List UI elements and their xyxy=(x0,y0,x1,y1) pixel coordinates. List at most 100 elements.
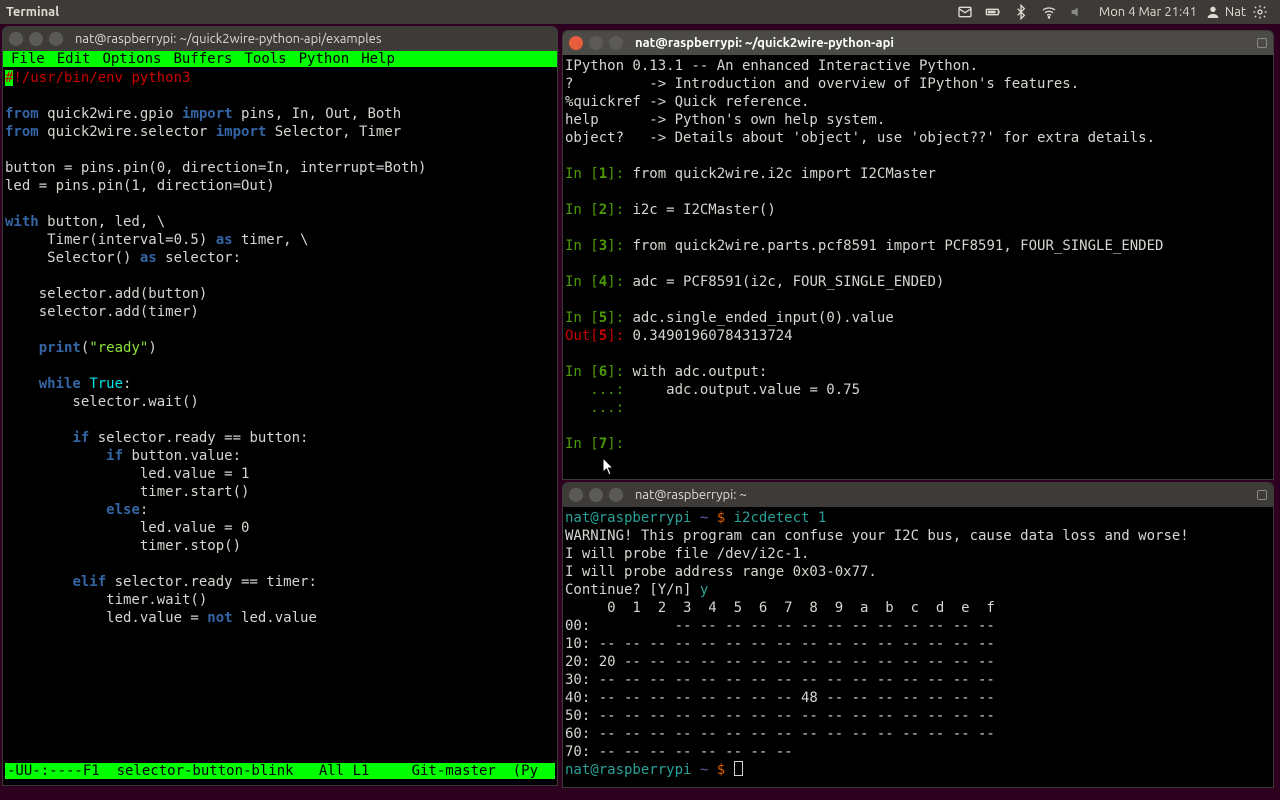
menu-python[interactable]: Python xyxy=(293,51,356,67)
term-text: y xyxy=(700,582,708,598)
code-text: timer, \ xyxy=(233,232,309,248)
term-text: 0.34901960784313724 xyxy=(632,328,792,344)
term-text: adc.output.value = 0.75 xyxy=(632,382,860,398)
term-text: WARNING! This program can confuse your I… xyxy=(565,528,1189,544)
maximize-icon[interactable] xyxy=(609,36,623,50)
term-text: from quick2wire.parts.pcf8591 import PCF… xyxy=(632,238,1163,254)
close-icon[interactable] xyxy=(569,36,583,50)
ipython-buffer[interactable]: IPython 0.13.1 -- An enhanced Interactiv… xyxy=(563,55,1273,457)
code-text: pins, In, Out, Both xyxy=(233,106,402,122)
term-text: 10: -- -- -- -- -- -- -- -- -- -- -- -- … xyxy=(565,636,995,652)
code-text: selector: xyxy=(157,250,241,266)
code-text: if xyxy=(106,448,123,464)
term-text: 00: -- -- -- -- -- -- -- -- -- -- -- -- … xyxy=(565,618,995,634)
code-text: if xyxy=(72,430,89,446)
term-text: ]: xyxy=(607,436,632,452)
menu-options[interactable]: Options xyxy=(96,51,167,67)
menu-help[interactable]: Help xyxy=(355,51,401,67)
emacs-menubar[interactable]: File Edit Options Buffers Tools Python H… xyxy=(3,51,557,67)
term-text: Out[ xyxy=(565,328,599,344)
code-text: from xyxy=(5,106,39,122)
term-text: In [ xyxy=(565,436,599,452)
wifi-icon[interactable] xyxy=(1041,4,1057,20)
window-title: nat@raspberrypi: ~ xyxy=(635,488,1245,502)
window-menu-icon[interactable] xyxy=(1257,38,1267,48)
term-text: ]: xyxy=(607,274,632,290)
term-text: object? -> Details about 'object', use '… xyxy=(565,130,1155,146)
menu-buffers[interactable]: Buffers xyxy=(167,51,238,67)
term-text: i2c = I2CMaster() xyxy=(632,202,775,218)
mail-icon[interactable] xyxy=(957,4,973,20)
term-text: 50: -- -- -- -- -- -- -- -- -- -- -- -- … xyxy=(565,708,995,724)
term-text: In [ xyxy=(565,310,599,326)
term-text: help -> Python's own help system. xyxy=(565,112,885,128)
code-text: timer.start() xyxy=(5,484,249,500)
term-text: In [ xyxy=(565,238,599,254)
code-text: timer.stop() xyxy=(5,538,241,554)
maximize-icon[interactable] xyxy=(609,488,623,502)
sound-icon[interactable] xyxy=(1069,4,1085,20)
maximize-icon[interactable] xyxy=(49,32,63,46)
emacs-buffer[interactable]: #!/usr/bin/env python3 from quick2wire.g… xyxy=(3,67,557,631)
term-text: from quick2wire.i2c import I2CMaster xyxy=(632,166,935,182)
minimize-icon[interactable] xyxy=(589,488,603,502)
mouse-cursor-icon xyxy=(603,458,615,476)
window-title: nat@raspberrypi: ~/quick2wire-python-api xyxy=(635,36,1245,50)
term-text: 3 xyxy=(599,238,607,254)
close-icon[interactable] xyxy=(569,488,583,502)
titlebar-emacs[interactable]: nat@raspberrypi: ~/quick2wire-python-api… xyxy=(3,27,557,51)
code-text: with xyxy=(5,214,39,230)
code-text: : xyxy=(123,376,131,392)
menu-edit[interactable]: Edit xyxy=(51,51,97,67)
code-text: as xyxy=(140,250,157,266)
code-text: button.value: xyxy=(123,448,241,464)
menu-tools[interactable]: Tools xyxy=(238,51,292,67)
term-text: nat@raspberrypi xyxy=(565,510,691,526)
term-text: In [ xyxy=(565,274,599,290)
code-text: quick2wire.selector xyxy=(39,124,216,140)
term-text: ? -> Introduction and overview of IPytho… xyxy=(565,76,1079,92)
panel-user-name: Nat xyxy=(1225,5,1246,19)
code-text: import xyxy=(182,106,233,122)
titlebar-ipython[interactable]: nat@raspberrypi: ~/quick2wire-python-api xyxy=(563,31,1273,55)
term-text: 1 xyxy=(599,166,607,182)
term-text: with adc.output: xyxy=(632,364,767,380)
window-title: nat@raspberrypi: ~/quick2wire-python-api… xyxy=(75,32,551,46)
code-text: ) xyxy=(148,340,156,356)
term-text: ]: xyxy=(607,310,632,326)
minimize-icon[interactable] xyxy=(29,32,43,46)
code-text: button, led, \ xyxy=(39,214,165,230)
minimize-icon[interactable] xyxy=(589,36,603,50)
term-text: ]: xyxy=(607,364,632,380)
window-shell[interactable]: nat@raspberrypi: ~ nat@raspberrypi ~ $ i… xyxy=(562,482,1274,788)
code-text: print xyxy=(39,340,81,356)
window-menu-icon[interactable] xyxy=(1257,490,1267,500)
shell-buffer[interactable]: nat@raspberrypi ~ $ i2cdetect 1 WARNING!… xyxy=(563,507,1273,783)
code-text: selector.add(timer) xyxy=(5,304,199,320)
close-icon[interactable] xyxy=(9,32,23,46)
term-text: $ xyxy=(708,510,733,526)
term-text: I will probe address range 0x03-0x77. xyxy=(565,564,877,580)
window-emacs[interactable]: nat@raspberrypi: ~/quick2wire-python-api… xyxy=(2,26,558,786)
window-ipython[interactable]: nat@raspberrypi: ~/quick2wire-python-api… xyxy=(562,30,1274,480)
code-text: !/usr/bin/env python3 xyxy=(13,70,190,86)
panel-user[interactable]: Nat xyxy=(1205,4,1246,20)
bluetooth-icon[interactable] xyxy=(1013,4,1029,20)
cursor-box xyxy=(734,761,743,776)
term-text: 60: -- -- -- -- -- -- -- -- -- -- -- -- … xyxy=(565,726,995,742)
term-text: ...: xyxy=(565,400,632,416)
term-text: 2 xyxy=(599,202,607,218)
term-text: nat@raspberrypi xyxy=(565,762,691,778)
code-text: led.value = 1 xyxy=(5,466,249,482)
code-text: as xyxy=(216,232,233,248)
term-text: Continue? [Y/n] xyxy=(565,582,700,598)
panel-clock[interactable]: Mon 4 Mar 21:41 xyxy=(1099,5,1197,19)
menu-file[interactable]: File xyxy=(5,51,51,67)
battery-icon[interactable] xyxy=(985,4,1001,20)
gear-icon[interactable] xyxy=(1252,4,1268,20)
titlebar-shell[interactable]: nat@raspberrypi: ~ xyxy=(563,483,1273,507)
term-text: adc = PCF8591(i2c, FOUR_SINGLE_ENDED) xyxy=(632,274,944,290)
code-text: led.value = 0 xyxy=(5,520,249,536)
term-text: In [ xyxy=(565,364,599,380)
code-text: led.value = xyxy=(5,610,207,626)
